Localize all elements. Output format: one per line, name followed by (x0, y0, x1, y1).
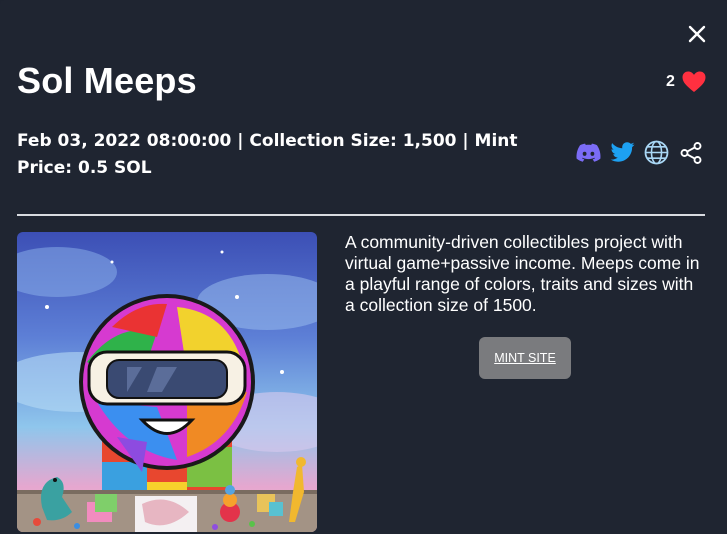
heart-icon[interactable] (681, 70, 707, 94)
social-links (576, 140, 703, 165)
share-icon[interactable] (679, 141, 703, 165)
divider (17, 214, 705, 216)
share-link[interactable] (678, 140, 703, 165)
like-button[interactable]: 2 (666, 70, 707, 94)
discord-icon[interactable] (576, 143, 601, 163)
globe-icon[interactable] (644, 140, 669, 165)
mint-site-button[interactable]: MINT SITE (479, 337, 571, 379)
collection-detail-modal: Sol Meeps 2 Feb 03, 2022 08:00:00 | Coll… (0, 0, 727, 534)
nft-artwork (17, 232, 317, 532)
close-button[interactable] (685, 22, 709, 46)
twitter-icon[interactable] (610, 142, 635, 163)
close-icon[interactable] (685, 22, 709, 46)
like-count: 2 (666, 73, 675, 90)
twitter-link[interactable] (610, 140, 635, 165)
collection-meta: Feb 03, 2022 08:00:00 | Collection Size:… (17, 131, 518, 178)
nft-artwork-image (17, 232, 317, 532)
discord-link[interactable] (576, 140, 601, 165)
website-link[interactable] (644, 140, 669, 165)
collection-description: A community-driven collectibles project … (345, 232, 700, 315)
page-title: Sol Meeps (17, 60, 197, 101)
